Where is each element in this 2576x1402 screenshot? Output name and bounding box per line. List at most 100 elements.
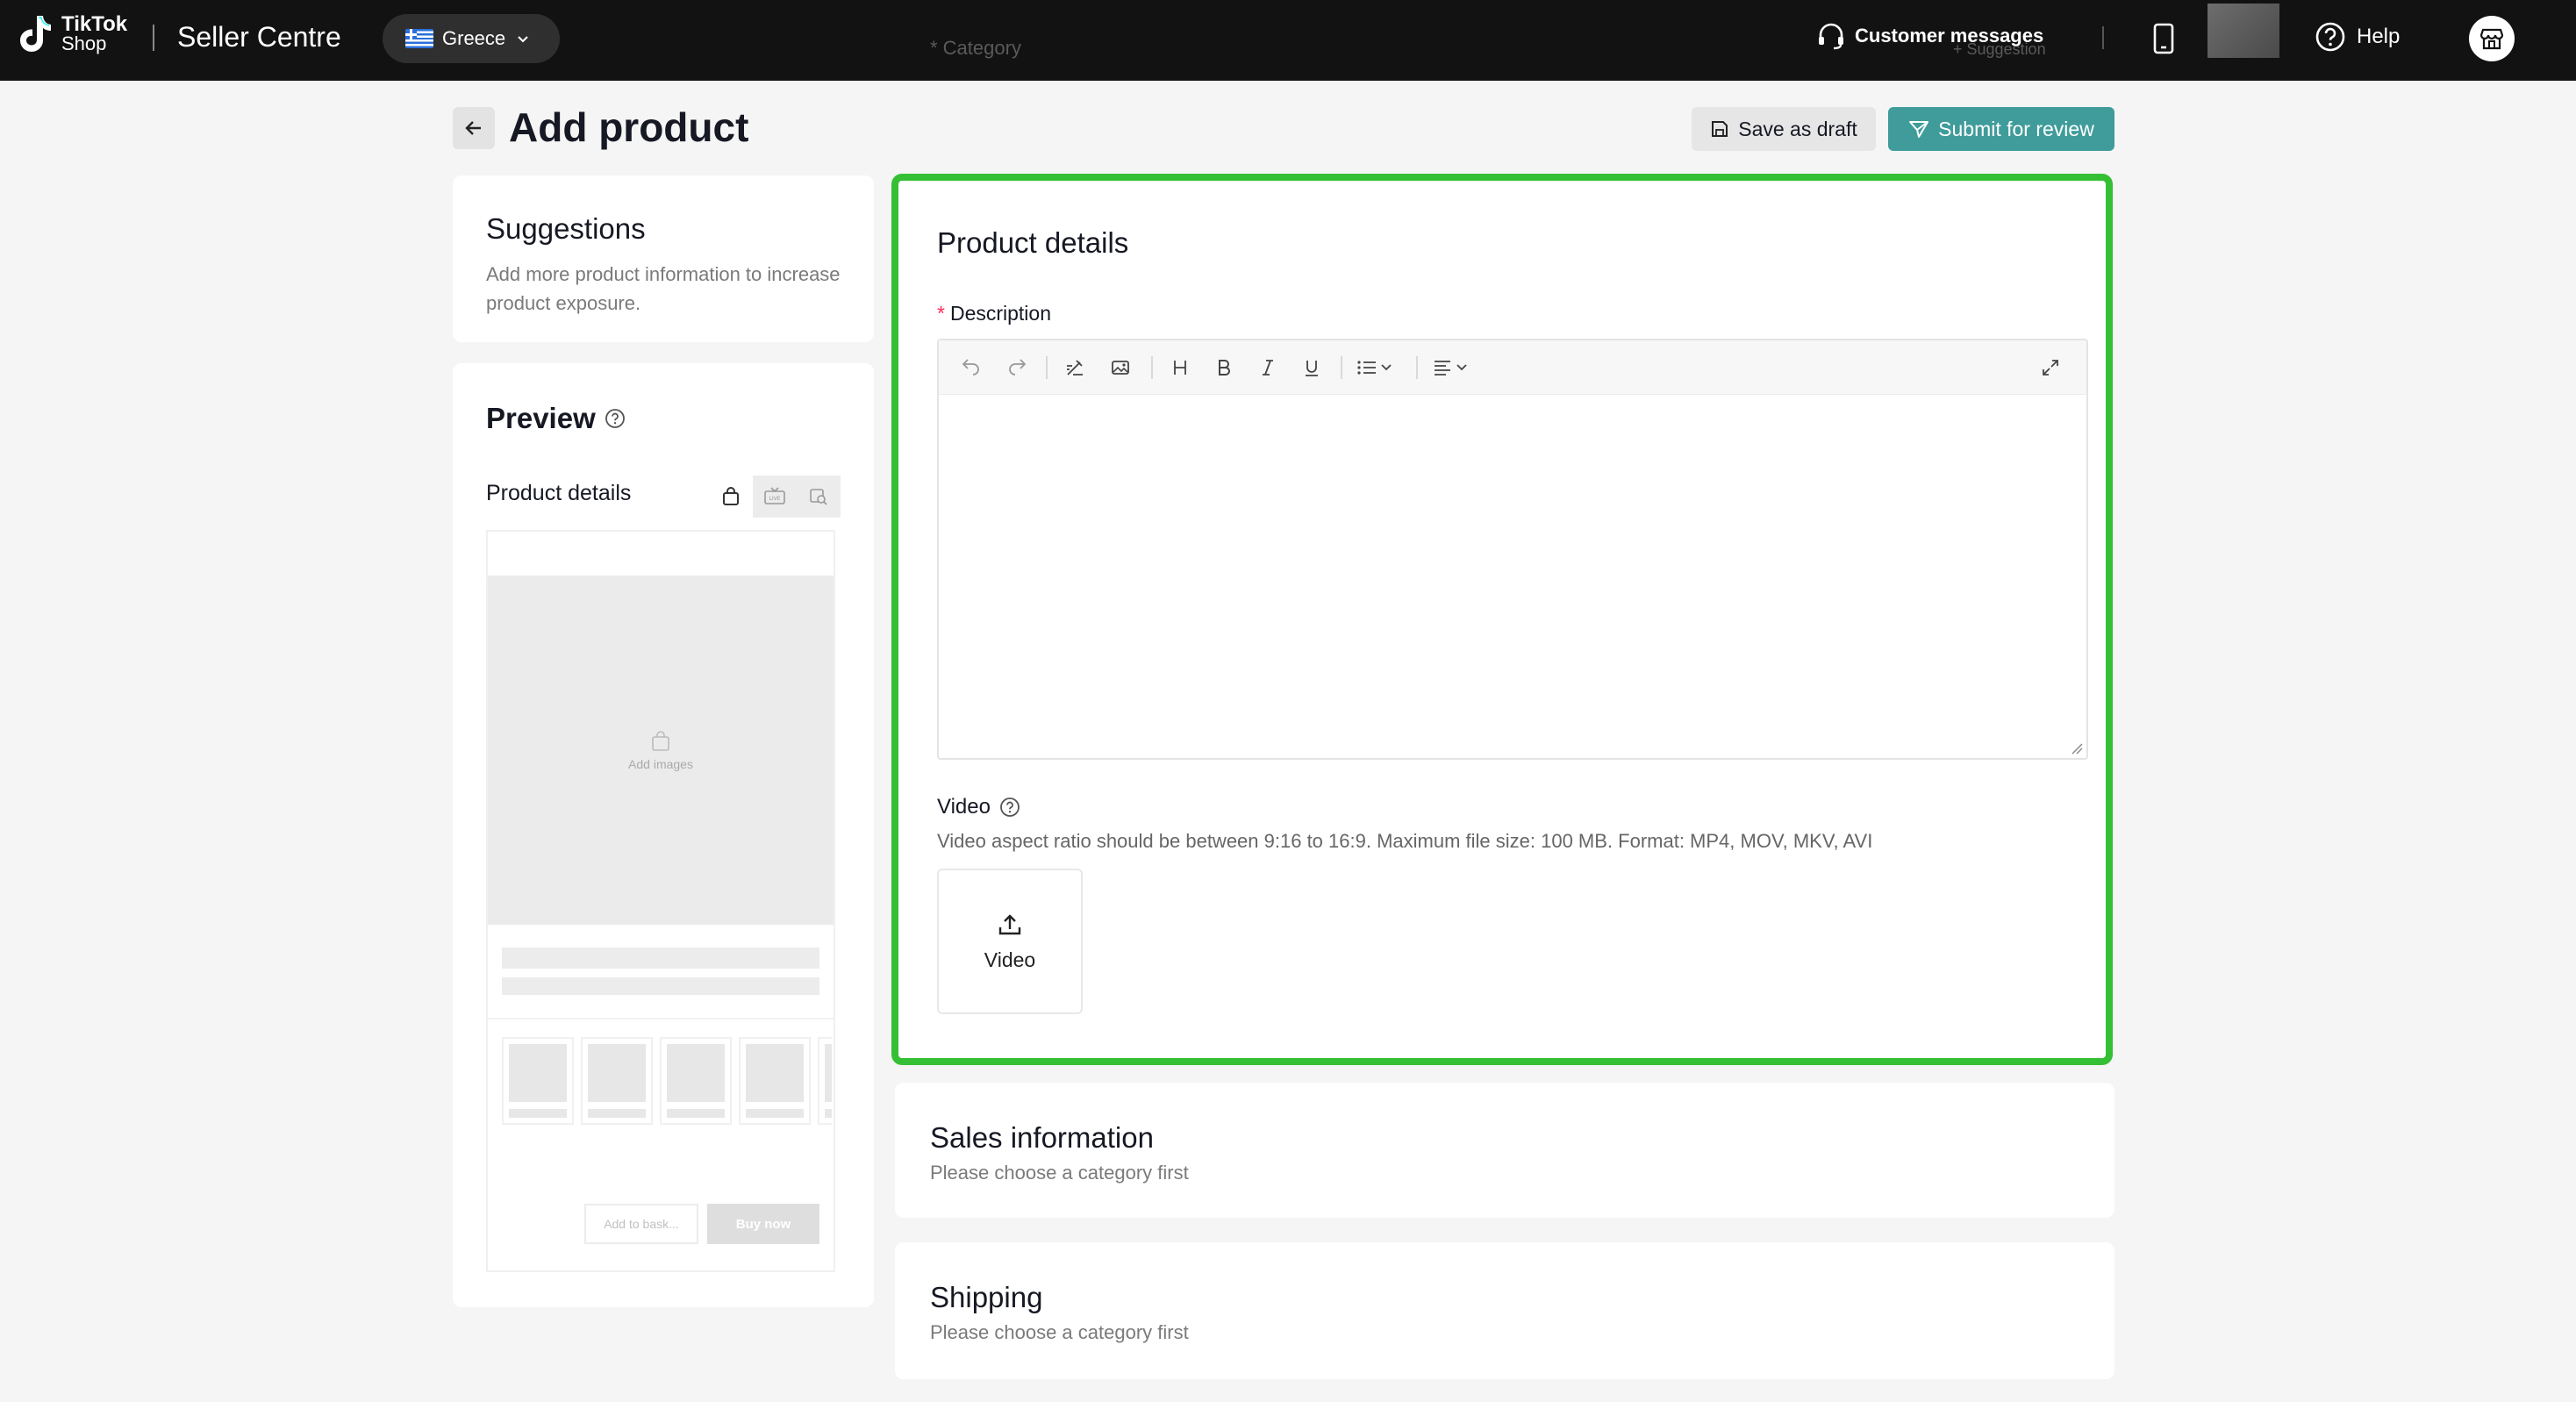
video-upload-label: Video bbox=[984, 948, 1036, 971]
logo-text-shop: Shop bbox=[61, 32, 107, 54]
description-editor[interactable] bbox=[937, 339, 2088, 760]
shopping-bag-icon bbox=[723, 487, 739, 505]
image-icon bbox=[1112, 361, 1129, 375]
shipping-subtitle: Please choose a category first bbox=[930, 1321, 1189, 1343]
account-avatar[interactable] bbox=[2207, 4, 2279, 58]
preview-mode-search[interactable] bbox=[797, 476, 841, 518]
ghost-category-label: * Category bbox=[930, 37, 1021, 59]
shipping-title: Shipping bbox=[930, 1281, 1043, 1313]
greece-flag-icon bbox=[405, 29, 433, 48]
toolbar-separator bbox=[1341, 356, 1342, 379]
suggestions-title: Suggestions bbox=[486, 212, 646, 245]
shipping-card[interactable]: Shipping Please choose a category first bbox=[895, 1242, 2114, 1379]
list-dropdown-button[interactable] bbox=[1353, 355, 1399, 380]
preview-thumbnail bbox=[818, 1037, 832, 1125]
tiktok-shop-logo[interactable]: TikTok Shop bbox=[18, 14, 127, 54]
upload-icon bbox=[998, 913, 1021, 934]
store-icon bbox=[2479, 28, 2504, 50]
preview-buy-now-button: Buy now bbox=[707, 1204, 819, 1244]
svg-text:LIVE: LIVE bbox=[769, 496, 780, 502]
logo-text-tiktok: TikTok bbox=[61, 12, 128, 36]
search-list-icon bbox=[810, 489, 827, 505]
page-title: Add product bbox=[509, 104, 749, 150]
shop-switcher-button[interactable] bbox=[2469, 16, 2515, 61]
customer-messages-label: Customer messages bbox=[1855, 25, 2044, 46]
preview-product-details-label: Product details bbox=[486, 481, 632, 505]
back-button[interactable] bbox=[453, 107, 495, 149]
topbar-separator bbox=[2102, 26, 2104, 49]
preview-mode-shop[interactable] bbox=[709, 476, 753, 518]
preview-price-skeleton bbox=[502, 977, 819, 995]
align-dropdown-button[interactable] bbox=[1430, 355, 1476, 380]
bold-button[interactable] bbox=[1211, 355, 1237, 380]
bold-icon bbox=[1219, 360, 1230, 376]
suggestions-text: Add more product information to increase… bbox=[486, 263, 841, 314]
video-label: Video bbox=[937, 795, 1020, 819]
mobile-app-button[interactable] bbox=[2151, 23, 2176, 59]
toolbar-separator bbox=[1416, 356, 1418, 379]
undo-icon bbox=[962, 359, 979, 376]
preview-add-to-basket-button: Add to bask... bbox=[584, 1204, 698, 1244]
live-icon: LIVE bbox=[764, 487, 785, 504]
preview-phone-frame: Add images Add to bask... Buy now bbox=[486, 530, 835, 1272]
align-left-icon bbox=[1435, 361, 1467, 376]
chevron-down-icon bbox=[518, 36, 528, 43]
required-asterisk: * bbox=[937, 302, 945, 325]
redo-button[interactable] bbox=[1004, 355, 1030, 380]
preview-mode-live[interactable]: LIVE bbox=[753, 476, 797, 518]
customer-messages-button[interactable]: Customer messages bbox=[1816, 21, 2043, 51]
editor-toolbar bbox=[939, 340, 2086, 395]
video-requirements-hint: Video aspect ratio should be between 9:1… bbox=[937, 830, 1873, 852]
submit-for-review-button[interactable]: Submit for review bbox=[1888, 107, 2114, 151]
italic-button[interactable] bbox=[1255, 355, 1281, 380]
preview-thumbnail bbox=[660, 1037, 732, 1125]
suggestions-card: Suggestions Add more product information… bbox=[453, 175, 874, 342]
sales-information-subtitle: Please choose a category first bbox=[930, 1162, 1189, 1184]
preview-thumbnail-row bbox=[502, 1037, 832, 1125]
preview-title: Preview bbox=[486, 402, 626, 435]
preview-divider bbox=[488, 1018, 834, 1019]
italic-icon bbox=[1263, 360, 1273, 376]
video-label-text: Video bbox=[937, 795, 991, 819]
preview-thumbnail bbox=[739, 1037, 811, 1125]
underline-button[interactable] bbox=[1299, 355, 1325, 380]
add-images-label: Add images bbox=[628, 757, 693, 771]
add-images-bag-icon bbox=[652, 731, 669, 751]
toolbar-separator bbox=[1046, 356, 1048, 379]
save-icon bbox=[1712, 121, 1728, 137]
app-title[interactable]: Seller Centre bbox=[177, 21, 341, 54]
help-label: Help bbox=[2357, 25, 2401, 48]
product-details-title: Product details bbox=[937, 226, 1129, 259]
description-label-text: Description bbox=[949, 302, 1051, 325]
preview-mode-switcher: LIVE bbox=[709, 476, 841, 518]
save-as-draft-button[interactable]: Save as draft bbox=[1692, 107, 1876, 151]
list-icon bbox=[1357, 361, 1392, 375]
undo-button[interactable] bbox=[958, 355, 984, 380]
heading-button[interactable] bbox=[1167, 355, 1193, 380]
redo-icon bbox=[1009, 359, 1027, 376]
region-selector[interactable]: Greece bbox=[383, 14, 560, 63]
question-circle-icon[interactable] bbox=[605, 408, 626, 429]
help-circle-icon bbox=[2315, 22, 2345, 52]
phone-icon bbox=[2153, 23, 2174, 54]
logo-divider bbox=[153, 25, 154, 51]
tiktok-logo-icon bbox=[20, 16, 51, 52]
sales-information-card[interactable]: Sales information Please choose a catego… bbox=[895, 1083, 2114, 1218]
toolbar-separator bbox=[1151, 356, 1153, 379]
save-as-draft-label: Save as draft bbox=[1738, 117, 1857, 140]
send-icon bbox=[1909, 121, 1929, 138]
resize-handle-icon[interactable] bbox=[2071, 742, 2083, 755]
product-details-card: Product details * Description Video Vide… bbox=[891, 174, 2113, 1065]
fullscreen-button[interactable] bbox=[2037, 355, 2064, 380]
preview-image-placeholder: Add images bbox=[488, 576, 834, 925]
preview-card: Preview Product details LIVE Add images … bbox=[453, 363, 874, 1307]
insert-image-button[interactable] bbox=[1107, 355, 1134, 380]
top-navigation-bar: TikTok Shop Seller Centre Greece * Categ… bbox=[0, 0, 2576, 81]
help-button[interactable]: Help bbox=[2315, 21, 2400, 53]
ai-write-button[interactable] bbox=[1062, 355, 1088, 380]
magic-pen-icon bbox=[1067, 360, 1083, 376]
video-upload-button[interactable]: Video bbox=[937, 869, 1083, 1014]
expand-icon bbox=[2043, 360, 2058, 376]
question-circle-icon[interactable] bbox=[999, 797, 1020, 818]
region-label: Greece bbox=[442, 27, 506, 49]
